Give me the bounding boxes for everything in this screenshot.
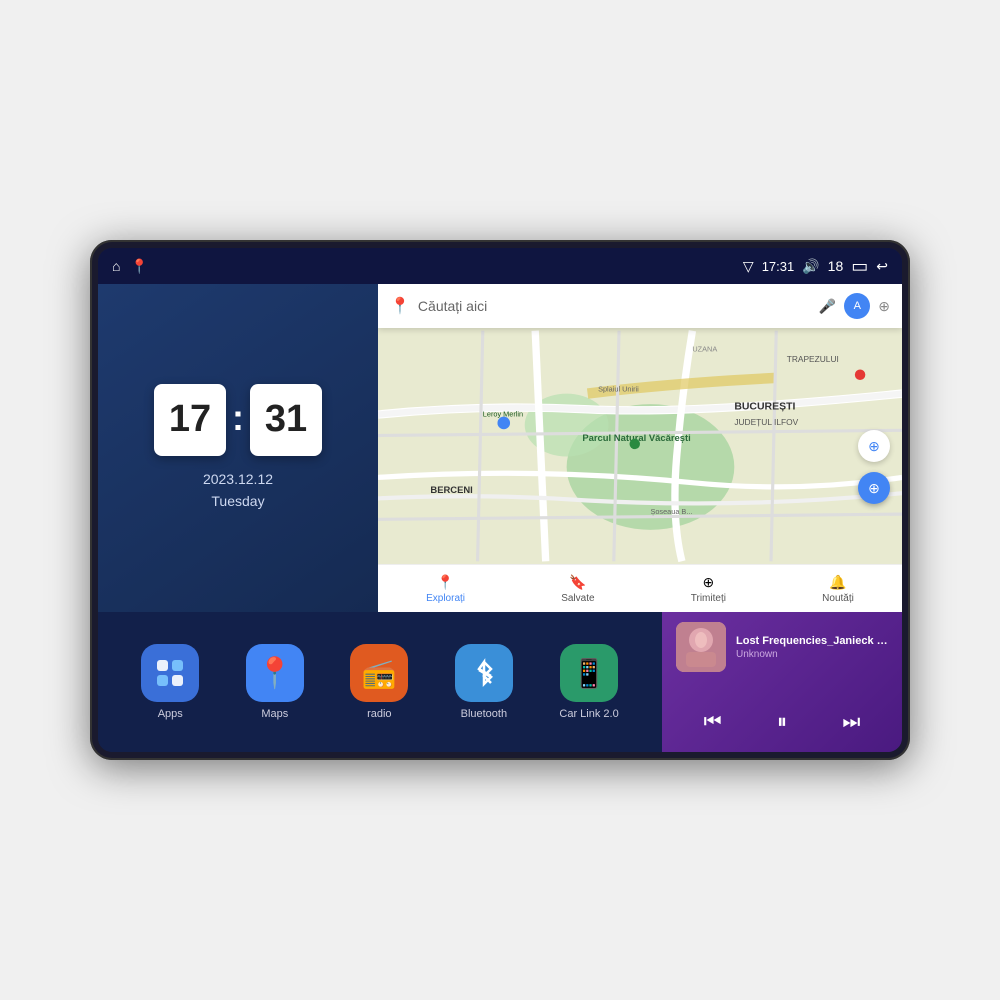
prev-button[interactable]: ⏮ [694,707,732,738]
map-nav-explore[interactable]: 📍 Explorați [426,574,465,604]
main-content: 17 : 31 2023.12.12 Tuesday 📍 Căutați aic… [98,284,902,752]
next-button[interactable]: ⏭ [832,707,870,738]
status-bar: ⌂ 📍 ▽ 17:31 🔊 18 ▭ ↩ [98,248,902,284]
home-icon[interactable]: ⌂ [112,258,120,274]
map-search-placeholder[interactable]: Căutați aici [418,298,811,314]
status-time: 17:31 [762,259,795,274]
svg-text:JUDEȚUL ILFOV: JUDEȚUL ILFOV [734,417,798,427]
svg-text:UZANA: UZANA [692,345,717,354]
radio-icon-circle: 📻 [350,644,408,702]
music-album-art [676,622,726,672]
share-label: Trimiteți [691,593,726,604]
music-title: Lost Frequencies_Janieck Devy-... [736,635,888,647]
radio-label: radio [367,708,391,720]
car-screen-device: ⌂ 📍 ▽ 17:31 🔊 18 ▭ ↩ 17 : [90,240,910,760]
map-location-button[interactable]: ⊕ [858,472,890,504]
apps-icon-circle [141,644,199,702]
app-icon-bluetooth[interactable]: Bluetooth [455,644,513,720]
map-compass-button[interactable]: ⊕ [858,430,890,462]
svg-text:TRAPEZULUI: TRAPEZULUI [787,354,839,364]
app-icon-radio[interactable]: 📻 radio [350,644,408,720]
bluetooth-label: Bluetooth [461,708,507,720]
app-icon-apps[interactable]: Apps [141,644,199,720]
clock-widget: 17 : 31 2023.12.12 Tuesday [98,284,378,612]
news-label: Noutăți [822,593,854,604]
music-artist: Unknown [736,649,888,660]
signal-icon: ▽ [743,258,754,275]
clock-hour: 17 [154,384,226,456]
maps-icon-circle: 📍 [246,644,304,702]
map-nav-saved[interactable]: 🔖 Salvate [561,574,594,604]
music-controls: ⏮ ⏸ ⏭ [676,703,888,742]
map-search-bar[interactable]: 📍 Căutați aici 🎤 A ⊕ [378,284,902,328]
map-logo-icon: 📍 [390,296,410,316]
play-pause-button[interactable]: ⏸ [767,707,797,738]
carlink-label: Car Link 2.0 [559,708,618,720]
saved-label: Salvate [561,593,594,604]
clock-colon: : [232,397,244,439]
map-area[interactable]: Parcul Natural Văcărești BUCUREȘTI JUDEȚ… [378,328,902,564]
top-section: 17 : 31 2023.12.12 Tuesday 📍 Căutați aic… [98,284,902,612]
carlink-icon-circle: 📱 [560,644,618,702]
map-widget[interactable]: 📍 Căutați aici 🎤 A ⊕ [378,284,902,612]
battery-level: 18 [828,258,844,274]
svg-text:BUCUREȘTI: BUCUREȘTI [734,401,795,412]
map-grid-icon[interactable]: ⊕ [878,298,890,315]
app-icon-carlink[interactable]: 📱 Car Link 2.0 [559,644,618,720]
explore-icon: 📍 [437,574,454,591]
music-player: Lost Frequencies_Janieck Devy-... Unknow… [662,612,902,752]
map-avatar[interactable]: A [844,293,870,319]
maps-label: Maps [261,708,288,720]
news-icon: 🔔 [829,574,846,591]
main-screen: ⌂ 📍 ▽ 17:31 🔊 18 ▭ ↩ 17 : [98,248,902,752]
status-left: ⌂ 📍 [112,258,148,275]
battery-icon: ▭ [851,256,868,277]
app-icons-area: Apps 📍 Maps 📻 radio [98,612,662,752]
music-info: Lost Frequencies_Janieck Devy-... Unknow… [736,635,888,660]
svg-text:Leroy Merlin: Leroy Merlin [483,410,523,419]
back-icon[interactable]: ↩ [876,258,888,275]
clock-minute: 31 [250,384,322,456]
music-top: Lost Frequencies_Janieck Devy-... Unknow… [676,622,888,672]
bluetooth-icon-circle [455,644,513,702]
status-right: ▽ 17:31 🔊 18 ▭ ↩ [743,256,888,277]
map-nav-share[interactable]: ⊕ Trimiteți [691,574,726,604]
maps-shortcut-icon[interactable]: 📍 [130,258,147,275]
album-art-inner [676,622,726,672]
share-icon: ⊕ [702,574,714,591]
apps-label: Apps [158,708,183,720]
map-nav-news[interactable]: 🔔 Noutăți [822,574,854,604]
svg-text:Șoseaua B...: Șoseaua B... [650,507,692,516]
map-mic-icon[interactable]: 🎤 [819,298,836,315]
svg-text:Splaiul Unirii: Splaiul Unirii [598,385,639,394]
map-bottom-nav: 📍 Explorați 🔖 Salvate ⊕ Trimiteți 🔔 [378,564,902,612]
app-icon-maps[interactable]: 📍 Maps [246,644,304,720]
clock-date: 2023.12.12 Tuesday [203,468,273,513]
saved-icon: 🔖 [569,574,586,591]
volume-icon[interactable]: 🔊 [802,258,819,275]
bottom-section: Apps 📍 Maps 📻 radio [98,612,902,752]
svg-text:BERCENI: BERCENI [430,484,472,495]
clock-display: 17 : 31 [154,384,322,456]
explore-label: Explorați [426,593,465,604]
